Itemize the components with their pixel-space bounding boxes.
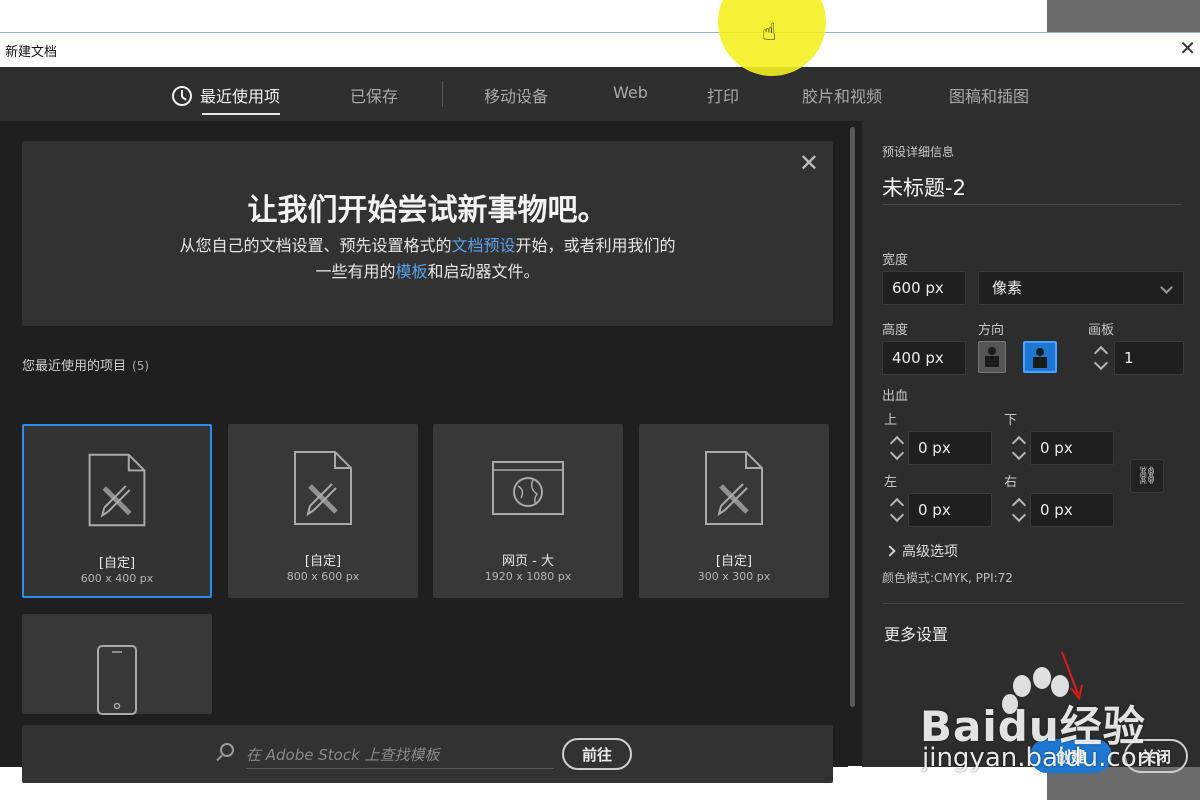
document-name-input[interactable]: [882, 169, 1182, 205]
tab-recent[interactable]: 最近使用项: [172, 83, 281, 115]
tab-film-video[interactable]: 胶片和视频: [802, 83, 882, 107]
item-name: [自定]: [304, 554, 342, 569]
window-close-icon[interactable]: ✕: [1179, 36, 1196, 60]
height-label: 高度: [882, 323, 909, 338]
tab-art-illustration[interactable]: 图稿和插图: [949, 83, 1029, 107]
bleed-top-field[interactable]: 0 px: [908, 431, 992, 465]
artboards-label: 画板: [1088, 323, 1115, 338]
bleed-bottom-stepper-icon[interactable]: [1007, 431, 1031, 465]
window-title: 新建文档: [5, 45, 58, 60]
color-mode-info: 颜色模式:CMYK, PPI:72: [882, 571, 1013, 585]
stock-search-bar: 前往: [22, 725, 833, 783]
units-dropdown[interactable]: 像素: [978, 271, 1184, 305]
welcome-text: 一些有用的: [315, 262, 396, 281]
chevron-right-icon[interactable]: [884, 545, 896, 557]
bleed-right-field[interactable]: 0 px: [1030, 493, 1114, 527]
tab-divider: [442, 81, 443, 107]
recent-items-heading: 您最近使用的项目 (5): [22, 355, 149, 374]
bleed-bottom-label: 下: [1004, 413, 1018, 428]
item-name: [自定]: [715, 554, 753, 569]
item-name: 网页 - 大: [502, 554, 554, 569]
recent-label: 您最近使用的项目: [22, 359, 127, 374]
item-name: [自定]: [98, 556, 136, 571]
welcome-banner: ✕ 让我们开始尝试新事物吧。 从您自己的文档设置、预先设置格式的文档预设开始，或…: [22, 141, 833, 326]
recent-item-card[interactable]: [自定] 300 x 300 px: [639, 424, 829, 598]
bleed-top-stepper-icon[interactable]: [885, 431, 909, 465]
tab-label: 最近使用项: [200, 87, 281, 106]
doc-presets-link[interactable]: 文档预设: [451, 236, 515, 255]
chevron-down-icon: [1160, 281, 1173, 294]
stock-search-input[interactable]: [246, 741, 554, 769]
hand-cursor-icon: ☝: [762, 18, 777, 46]
width-label: 宽度: [882, 253, 909, 268]
bleed-top-label: 上: [884, 413, 898, 428]
item-size: 600 x 400 px: [80, 572, 154, 585]
welcome-text: 和启动器文件。: [427, 262, 540, 281]
bleed-left-field[interactable]: 0 px: [908, 493, 992, 527]
search-icon: [220, 743, 234, 757]
document-pencil-icon: [88, 453, 146, 527]
welcome-body: 从您自己的文档设置、预先设置格式的文档预设开始，或者利用我们的 一些有用的模板和…: [22, 233, 833, 285]
clock-icon: [172, 86, 192, 106]
titlebar: 新建文档 ✕: [0, 33, 1200, 67]
bleed-bottom-field[interactable]: 0 px: [1030, 431, 1114, 465]
bleed-left-stepper-icon[interactable]: [885, 493, 909, 527]
artboards-field[interactable]: 1: [1114, 341, 1184, 375]
advanced-options-toggle[interactable]: 高级选项: [902, 541, 958, 561]
scrollbar-thumb[interactable]: [850, 127, 855, 707]
templates-link[interactable]: 模板: [395, 262, 427, 281]
presets-scrollbar[interactable]: [848, 121, 858, 711]
recent-item-card[interactable]: 网页 - 大 1920 x 1080 px: [433, 424, 623, 598]
tab-web[interactable]: Web: [613, 83, 648, 102]
document-pencil-icon: [294, 451, 352, 525]
watermark-url: jingyan.baidu.com: [922, 743, 1162, 773]
welcome-text: 从您自己的文档设置、预先设置格式的: [179, 236, 452, 255]
bleed-left-label: 左: [884, 475, 898, 490]
bleed-right-label: 右: [1004, 475, 1018, 490]
item-size: 800 x 600 px: [286, 570, 360, 583]
desktop-top-strip: [0, 0, 1200, 32]
document-pencil-icon: [705, 451, 763, 525]
preset-details-label: 预设详细信息: [882, 145, 955, 159]
banner-close-icon[interactable]: ✕: [799, 149, 819, 177]
orientation-label: 方向: [978, 323, 1005, 338]
portrait-orientation-button[interactable]: [978, 341, 1006, 373]
panel-divider: [882, 603, 1184, 604]
units-value: 像素: [992, 279, 1023, 297]
width-field[interactable]: 600 px: [882, 271, 966, 305]
item-size: 1920 x 1080 px: [484, 570, 572, 583]
recent-item-card[interactable]: [22, 614, 212, 715]
recent-item-card[interactable]: [自定] 600 x 400 px: [22, 424, 212, 598]
landscape-orientation-button[interactable]: [1023, 341, 1057, 373]
landscape-person-icon: [1033, 348, 1047, 368]
go-button[interactable]: 前往: [562, 738, 632, 770]
height-field[interactable]: 400 px: [882, 341, 966, 375]
web-globe-icon: [492, 461, 564, 515]
recent-count: (5): [132, 359, 150, 373]
welcome-headline: 让我们开始尝试新事物吧。: [247, 193, 608, 228]
welcome-text: 开始，或者利用我们的: [515, 236, 676, 255]
item-size: 300 x 300 px: [697, 570, 771, 583]
link-bleed-icon[interactable]: ⛓: [1130, 459, 1164, 493]
artboards-stepper-icon[interactable]: [1089, 341, 1113, 375]
more-settings-button[interactable]: 更多设置: [884, 621, 948, 645]
preset-tabs: 最近使用项 已保存 移动设备 Web 打印 胶片和视频 图稿和插图: [0, 67, 1200, 121]
recent-item-card[interactable]: [自定] 800 x 600 px: [228, 424, 418, 598]
tab-print[interactable]: 打印: [707, 83, 739, 107]
new-document-dialog: 新建文档 ✕ 最近使用项 已保存 移动设备 Web 打印 胶片和视频 图稿和插图…: [0, 32, 1200, 783]
portrait-person-icon: [985, 347, 999, 367]
tab-saved[interactable]: 已保存: [350, 83, 398, 107]
presets-area: ✕ 让我们开始尝试新事物吧。 从您自己的文档设置、预先设置格式的文档预设开始，或…: [0, 121, 848, 783]
mobile-phone-icon: [97, 645, 137, 715]
tab-mobile[interactable]: 移动设备: [484, 83, 548, 107]
bleed-label: 出血: [882, 389, 909, 404]
bleed-right-stepper-icon[interactable]: [1007, 493, 1031, 527]
